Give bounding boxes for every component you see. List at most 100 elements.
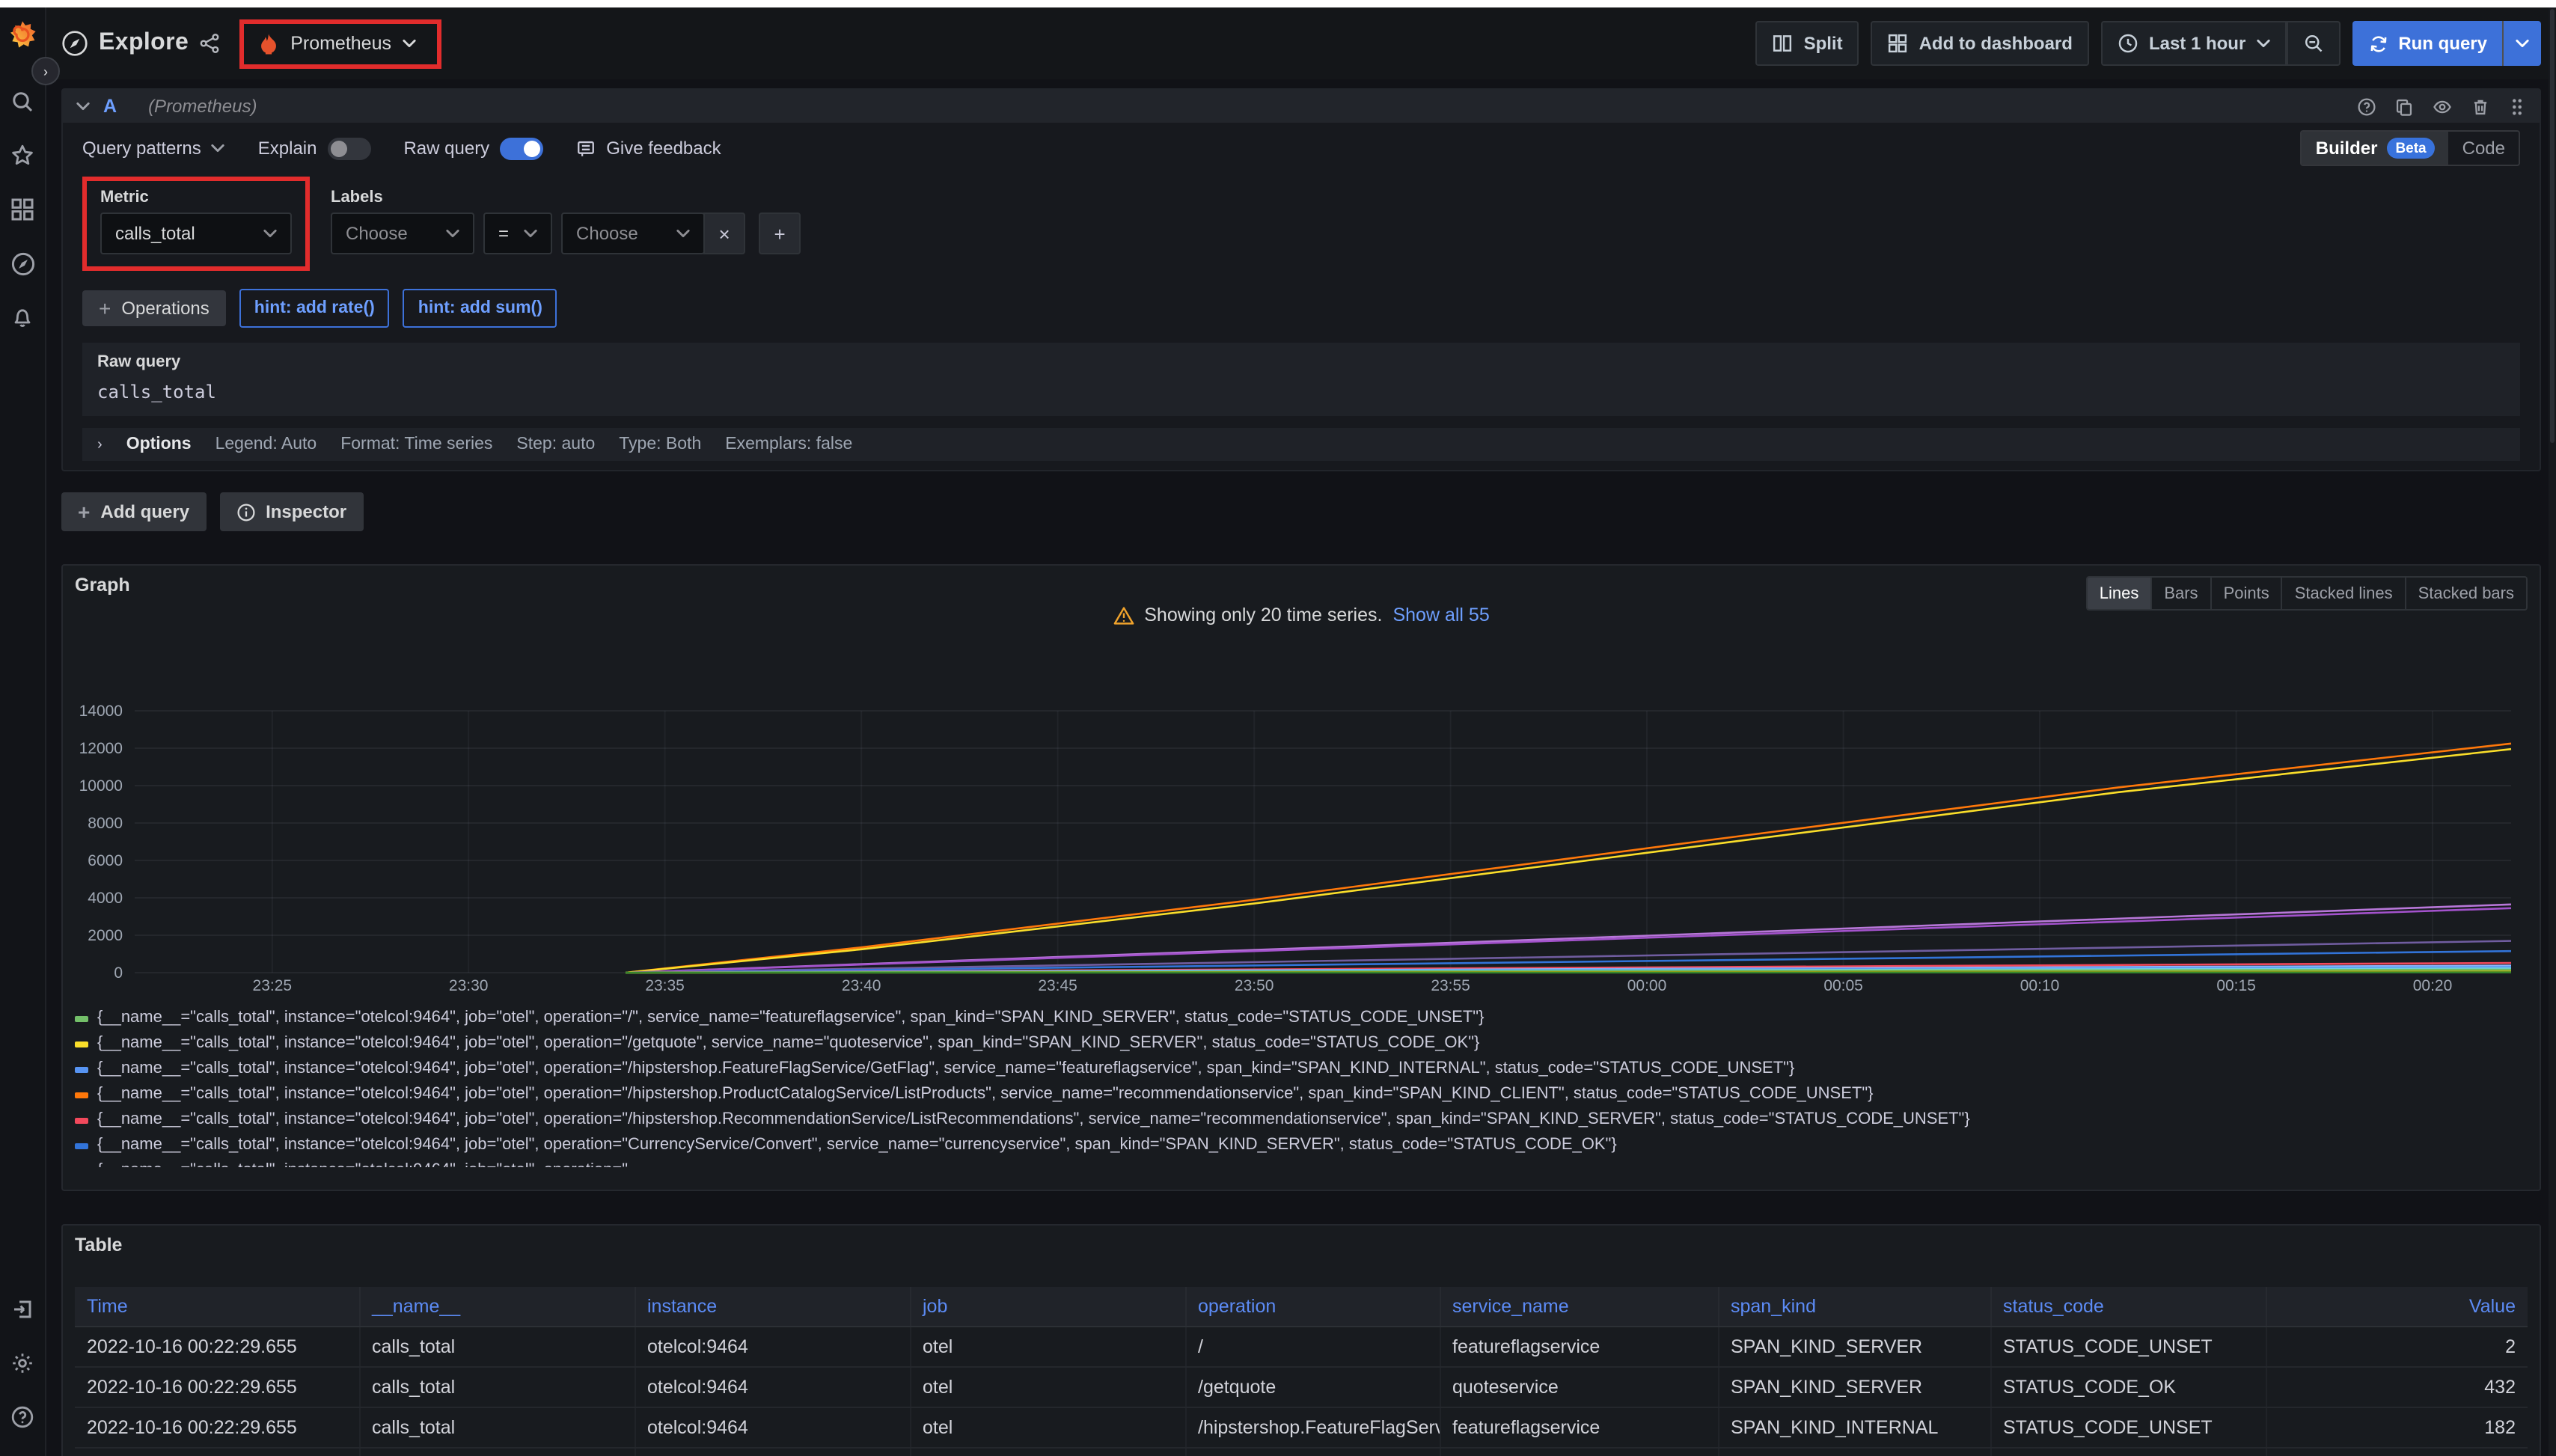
code-mode-tab[interactable]: Code	[2449, 132, 2519, 165]
sign-in-icon[interactable]	[1, 1288, 43, 1330]
time-series-chart[interactable]: 23:2523:3023:3523:4023:4523:5023:5500:00…	[75, 625, 2529, 1000]
duplicate-query-icon[interactable]	[2394, 97, 2414, 116]
give-feedback-link[interactable]: Give feedback	[576, 138, 721, 159]
table-header---name--[interactable]: __name__	[359, 1287, 635, 1327]
options-legend: Legend: Auto	[215, 435, 317, 453]
table-cell: 432	[2266, 1367, 2528, 1407]
label-name-select[interactable]: Choose	[331, 212, 474, 254]
query-help-icon[interactable]	[2357, 97, 2376, 116]
dashboards-icon[interactable]	[1, 189, 43, 230]
results-table: Time__name__instancejoboperationservice_…	[75, 1287, 2528, 1456]
table-cell: /	[1185, 1327, 1440, 1367]
datasource-picker[interactable]: Prometheus	[239, 19, 441, 68]
table-header-job[interactable]: job	[910, 1287, 1185, 1327]
settings-gear-icon[interactable]	[1, 1342, 43, 1384]
time-range-picker[interactable]: Last 1 hour	[2101, 21, 2284, 66]
inspector-button[interactable]: Inspector	[219, 492, 363, 531]
svg-text:0: 0	[114, 964, 123, 982]
graph-mode-lines[interactable]: Lines	[2088, 578, 2153, 609]
svg-text:8000: 8000	[88, 815, 123, 832]
query-patterns-dropdown[interactable]: Query patterns	[82, 138, 225, 159]
remove-label-filter-button[interactable]: ×	[703, 212, 745, 254]
table-header-instance[interactable]: instance	[635, 1287, 910, 1327]
legend-item[interactable]: {__name__="calls_total", instance="otelc…	[75, 1110, 2528, 1136]
explain-label: Explain	[258, 138, 317, 159]
show-all-series-link[interactable]: Show all 55	[1392, 605, 1489, 625]
graph-mode-stacked-bars[interactable]: Stacked bars	[2406, 578, 2526, 609]
hint-add-sum-button[interactable]: hint: add sum()	[403, 289, 557, 328]
share-icon[interactable]	[199, 33, 220, 54]
legend-item[interactable]: {__name__="calls_total", instance="otelc…	[75, 1085, 2528, 1110]
query-options-row: › Options Legend: Auto Format: Time seri…	[82, 428, 2520, 461]
legend-item-clipped[interactable]: {__name__="calls_total", instance="otelc…	[75, 1161, 2528, 1167]
zoom-out-time-button[interactable]	[2286, 21, 2340, 66]
chevron-down-icon	[2516, 39, 2529, 48]
svg-text:12000: 12000	[79, 740, 123, 757]
legend-series-label: {__name__="calls_total", instance="otelc…	[97, 1009, 1484, 1027]
search-icon[interactable]	[1, 81, 43, 123]
legend-series-swatch	[75, 1143, 88, 1149]
run-query-button[interactable]: Run query	[2352, 21, 2502, 66]
table-header-span-kind[interactable]: span_kind	[1718, 1287, 1990, 1327]
beta-badge: Beta	[2386, 138, 2435, 159]
legend-item[interactable]: {__name__="calls_total", instance="otelc…	[75, 1034, 2528, 1059]
label-operator-select[interactable]: =	[483, 212, 552, 254]
legend-item[interactable]: {__name__="calls_total", instance="otelc…	[75, 1059, 2528, 1085]
options-type: Type: Both	[619, 435, 701, 453]
explore-compass-icon[interactable]	[1, 242, 43, 284]
grafana-explore-page: › Explore	[0, 0, 2556, 1456]
hide-query-eye-icon[interactable]	[2432, 97, 2453, 116]
page-scrollbar[interactable]	[2549, 7, 2556, 1456]
raw-query-toggle[interactable]	[500, 137, 543, 159]
query-row-header[interactable]: A (Prometheus)	[63, 90, 2540, 123]
add-to-dashboard-button[interactable]: Add to dashboard	[1871, 21, 2089, 66]
table-header-operation[interactable]: operation	[1185, 1287, 1440, 1327]
legend-item[interactable]: {__name__="calls_total", instance="otelc…	[75, 1136, 2528, 1161]
scrollbar-thumb[interactable]	[2550, 9, 2555, 443]
legend-series-swatch	[75, 1016, 88, 1022]
delete-query-trash-icon[interactable]	[2471, 97, 2490, 116]
add-label-filter-button[interactable]: +	[759, 212, 801, 254]
table-cell: calls_total	[359, 1407, 635, 1448]
add-query-button[interactable]: +Add query	[61, 492, 206, 531]
chevron-down-icon	[446, 229, 459, 238]
prometheus-icon	[257, 32, 280, 55]
table-cell: STATUS_CODE_UNSET	[1990, 1407, 2266, 1448]
table-header-service-name[interactable]: service_name	[1440, 1287, 1718, 1327]
alerting-bell-icon[interactable]	[1, 296, 43, 338]
graph-mode-points[interactable]: Points	[2212, 578, 2283, 609]
expand-sidebar-button[interactable]: ›	[31, 57, 60, 85]
graph-mode-bars[interactable]: Bars	[2152, 578, 2211, 609]
graph-mode-stacked-lines[interactable]: Stacked lines	[2283, 578, 2406, 609]
help-icon[interactable]	[1, 1396, 43, 1438]
table-row: 2022-10-16 00:22:29.655calls_totalotelco…	[75, 1327, 2528, 1367]
legend-item[interactable]: {__name__="calls_total", instance="otelc…	[75, 1009, 2528, 1034]
legend-series-swatch	[75, 1041, 88, 1047]
collapse-query-icon[interactable]	[76, 102, 90, 111]
options-expand-icon[interactable]: ›	[97, 436, 103, 453]
drag-handle-icon[interactable]	[2508, 97, 2526, 116]
metric-select[interactable]: calls_total	[100, 212, 292, 254]
table-cell: 2022-10-16 00:22:29.655	[75, 1367, 359, 1407]
table-cell: otelcol:9464	[635, 1327, 910, 1367]
operations-button[interactable]: + Operations	[82, 290, 226, 326]
run-query-dropdown[interactable]	[2504, 21, 2541, 66]
builder-mode-tab[interactable]: Builder Beta	[2302, 132, 2449, 165]
explain-toggle[interactable]	[327, 137, 370, 159]
query-toolbar: Query patterns Explain Raw query	[82, 132, 2520, 165]
split-button[interactable]: Split	[1756, 21, 1859, 66]
label-value-select[interactable]: Choose	[561, 212, 705, 254]
hint-add-rate-button[interactable]: hint: add rate()	[239, 289, 390, 328]
warning-icon	[1113, 605, 1134, 625]
grafana-logo-icon[interactable]	[1, 15, 43, 57]
table-header-value[interactable]: Value	[2266, 1287, 2528, 1327]
table-cell: otelcol:9464	[635, 1407, 910, 1448]
table-header-status-code[interactable]: status_code	[1990, 1287, 2266, 1327]
options-title[interactable]: Options	[126, 435, 192, 453]
table-header-time[interactable]: Time	[75, 1287, 359, 1327]
labels-group: Labels Choose =	[331, 177, 801, 254]
apps-grid-icon	[1888, 33, 1909, 54]
zoom-out-icon	[2302, 33, 2323, 54]
starred-icon[interactable]	[1, 135, 43, 177]
legend-series-label: {__name__="calls_total", instance="otelc…	[97, 1085, 1874, 1103]
